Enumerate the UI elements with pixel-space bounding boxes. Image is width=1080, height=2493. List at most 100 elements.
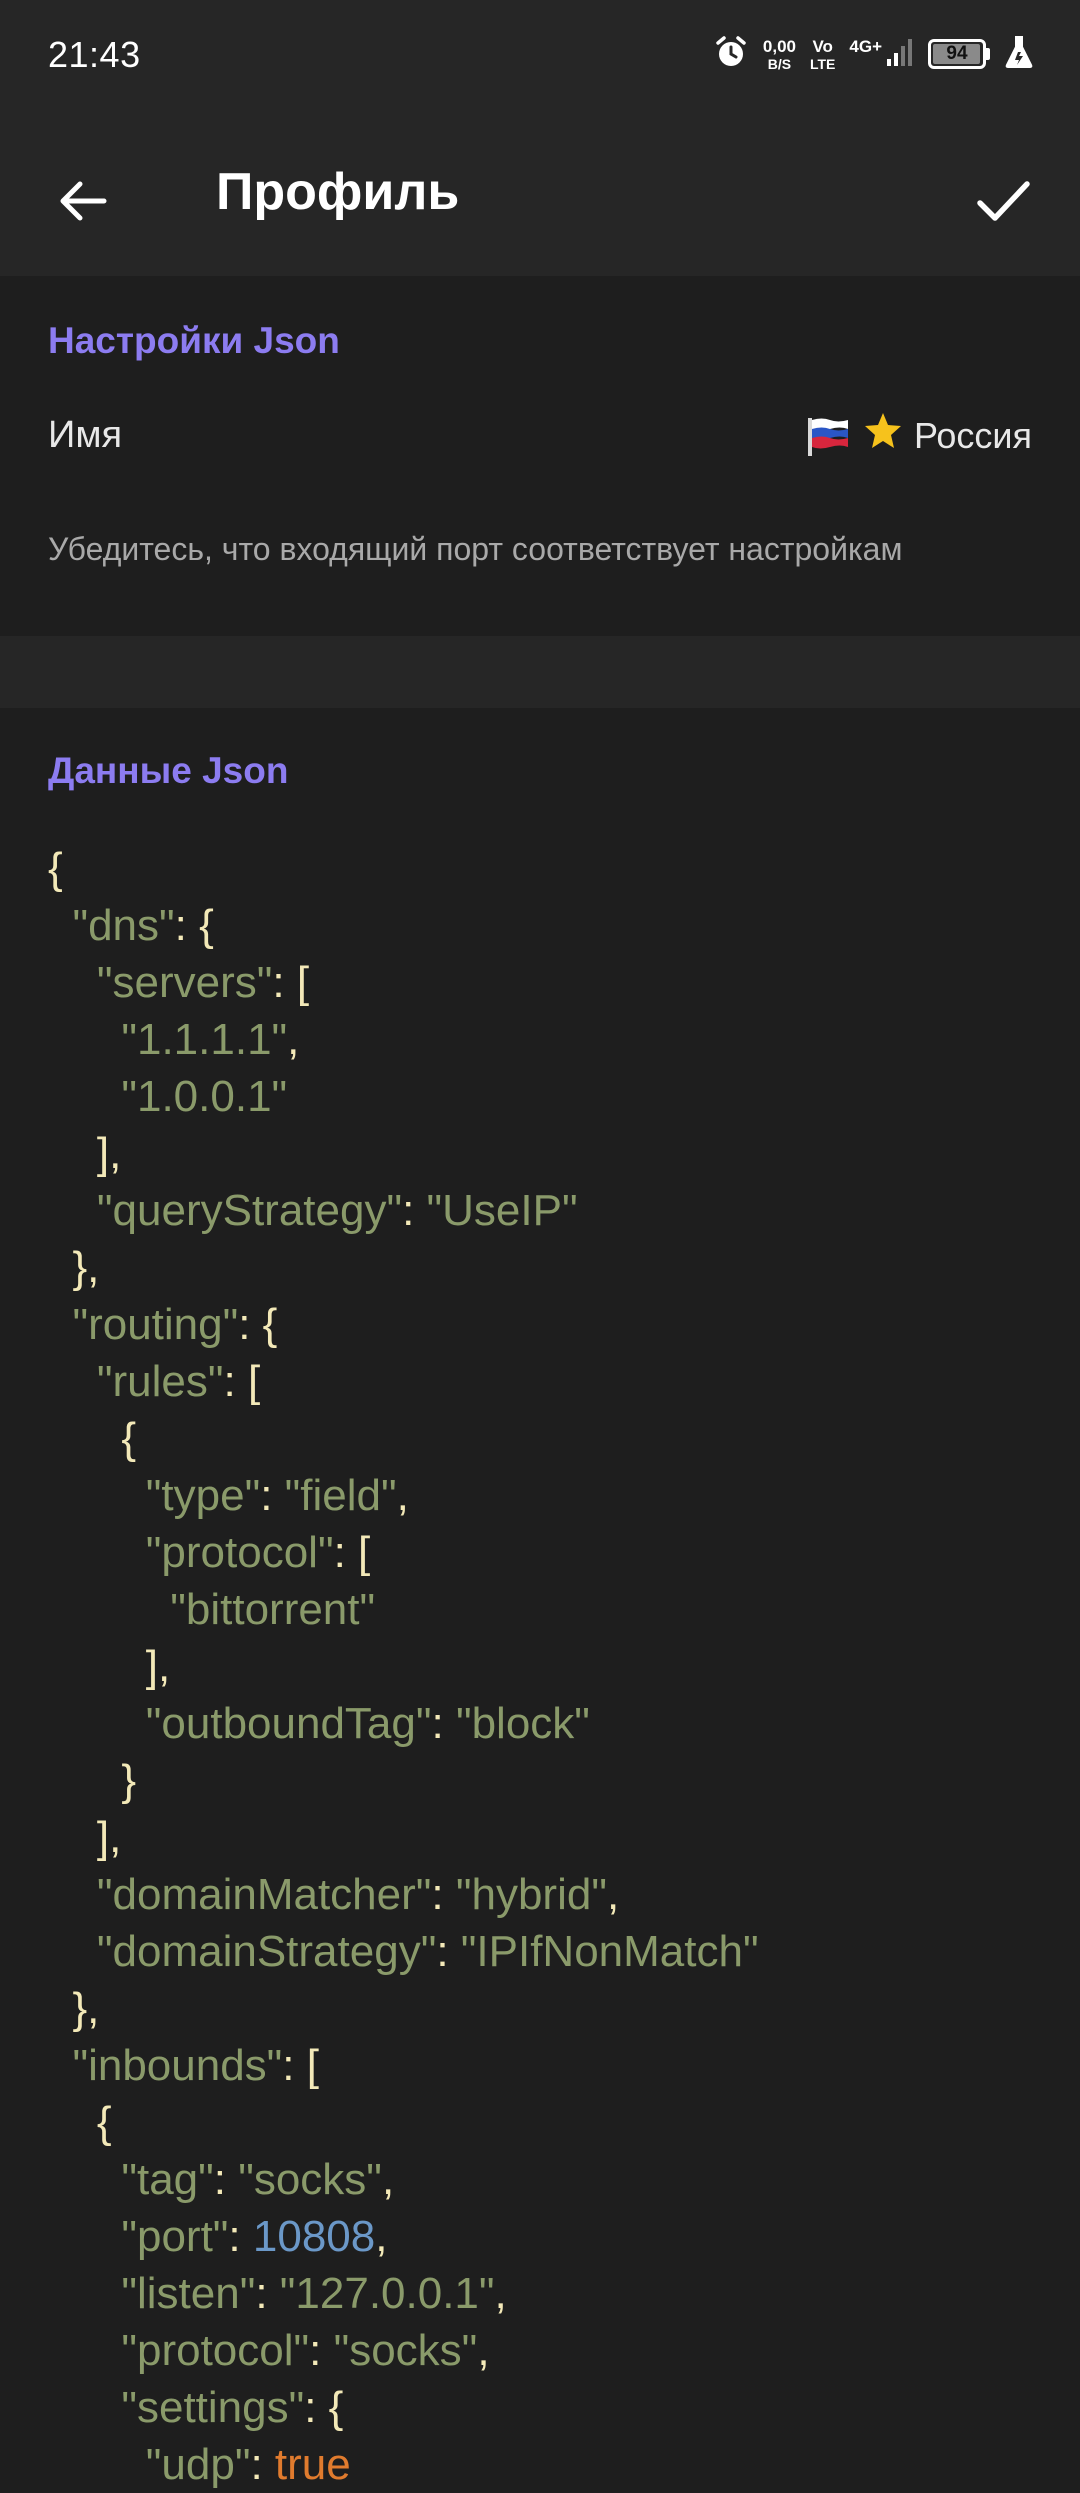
json-punctuation: ], bbox=[48, 1813, 122, 1862]
json-line: "port": 10808, bbox=[48, 2208, 1048, 2265]
json-line: { bbox=[48, 1410, 1048, 1467]
json-punctuation: , bbox=[396, 1471, 409, 1520]
json-key: "routing" bbox=[72, 1300, 239, 1349]
json-number: 10808 bbox=[252, 2212, 376, 2261]
json-settings-title: Настройки Json bbox=[48, 320, 340, 361]
json-string: "bittorrent" bbox=[170, 1585, 376, 1634]
save-button[interactable] bbox=[960, 160, 1046, 246]
json-punctuation bbox=[48, 1186, 97, 1235]
json-punctuation bbox=[48, 958, 97, 1007]
json-punctuation: : bbox=[431, 1870, 456, 1919]
signal-icon bbox=[886, 37, 914, 72]
json-line: "servers": [ bbox=[48, 954, 1048, 1011]
json-string: "socks" bbox=[238, 2155, 382, 2204]
json-editor[interactable]: { "dns": { "servers": [ "1.1.1.1", "1.0.… bbox=[48, 840, 1048, 2493]
json-key: "rules" bbox=[96, 1357, 224, 1406]
json-data-section: Данные Json { "dns": { "servers": [ "1.1… bbox=[0, 708, 1080, 2489]
json-key: "type" bbox=[145, 1471, 261, 1520]
json-punctuation bbox=[48, 2326, 121, 2375]
json-punctuation bbox=[48, 1357, 97, 1406]
json-key: "queryStrategy" bbox=[96, 1186, 403, 1235]
json-punctuation: : bbox=[260, 1471, 285, 1520]
json-punctuation bbox=[48, 1528, 146, 1577]
json-line: ], bbox=[48, 1809, 1048, 1866]
battery-level: 94 bbox=[946, 43, 968, 64]
json-line: ], bbox=[48, 1125, 1048, 1182]
json-punctuation: : { bbox=[174, 901, 214, 950]
json-line: ], bbox=[48, 1638, 1048, 1695]
json-punctuation: , bbox=[381, 2155, 395, 2204]
volte-bottom: LTE bbox=[809, 55, 836, 72]
json-line: "settings": { bbox=[48, 2379, 1048, 2436]
json-string: "1.1.1.1" bbox=[121, 1015, 288, 1064]
json-punctuation: : bbox=[250, 2440, 275, 2489]
json-line: "protocol": "socks", bbox=[48, 2322, 1048, 2379]
json-punctuation bbox=[48, 1471, 146, 1520]
json-punctuation: { bbox=[48, 1414, 137, 1463]
json-key: "listen" bbox=[121, 2269, 256, 2318]
json-punctuation: : [ bbox=[223, 1357, 261, 1406]
json-string: "UseIP" bbox=[426, 1186, 578, 1235]
json-line: "rules": [ bbox=[48, 1353, 1048, 1410]
russia-flag-icon bbox=[806, 414, 850, 458]
net-speed: 0,00 B/S bbox=[763, 38, 796, 71]
json-punctuation: : bbox=[213, 2155, 239, 2204]
json-punctuation bbox=[48, 2155, 121, 2204]
flask-icon bbox=[1004, 35, 1034, 74]
name-label: Имя bbox=[48, 414, 123, 456]
json-punctuation bbox=[48, 2440, 146, 2489]
net-speed-unit: B/S bbox=[767, 55, 792, 72]
json-punctuation: }, bbox=[48, 1984, 100, 2033]
json-key: "port" bbox=[121, 2212, 229, 2261]
json-string: "127.0.0.1" bbox=[279, 2269, 495, 2318]
json-line: { bbox=[48, 840, 1048, 897]
json-punctuation: : bbox=[402, 1186, 427, 1235]
json-line: "queryStrategy": "UseIP" bbox=[48, 1182, 1048, 1239]
json-punctuation: , bbox=[287, 1015, 300, 1064]
json-line: "bittorrent" bbox=[48, 1581, 1048, 1638]
name-row[interactable]: Имя Россия bbox=[0, 402, 1080, 468]
json-line: "dns": { bbox=[48, 897, 1048, 954]
json-punctuation: , bbox=[375, 2212, 388, 2261]
json-key: "settings" bbox=[121, 2383, 305, 2432]
json-punctuation bbox=[48, 1015, 121, 1064]
json-string: "IPIfNonMatch" bbox=[460, 1927, 759, 1976]
json-data-title: Данные Json bbox=[48, 750, 289, 791]
json-punctuation bbox=[48, 1300, 72, 1349]
back-button[interactable] bbox=[40, 160, 126, 246]
json-key: "udp" bbox=[145, 2440, 251, 2489]
volte-top: Vo bbox=[812, 36, 833, 56]
json-punctuation: : [ bbox=[333, 1528, 371, 1577]
json-key: "tag" bbox=[121, 2155, 214, 2204]
json-key: "servers" bbox=[96, 958, 273, 1007]
network-type: 4G+ bbox=[849, 36, 882, 56]
json-line: "listen": "127.0.0.1", bbox=[48, 2265, 1048, 2322]
json-punctuation: : bbox=[309, 2326, 334, 2375]
json-line: }, bbox=[48, 1980, 1048, 2037]
app-bar: Профиль bbox=[0, 110, 1080, 276]
json-punctuation: : [ bbox=[272, 958, 310, 1007]
star-icon bbox=[862, 410, 904, 461]
net-speed-value: 0,00 bbox=[762, 36, 796, 56]
json-string: "1.0.0.1" bbox=[121, 1072, 288, 1121]
json-line: "1.0.0.1" bbox=[48, 1068, 1048, 1125]
json-punctuation: , bbox=[606, 1870, 620, 1919]
json-line: "udp": true bbox=[48, 2436, 1048, 2493]
json-string: "socks" bbox=[333, 2326, 478, 2375]
json-punctuation bbox=[48, 1927, 97, 1976]
json-punctuation: }, bbox=[48, 1243, 100, 1292]
json-punctuation bbox=[48, 1585, 170, 1634]
name-value-group: Россия bbox=[806, 410, 1032, 461]
json-string: "field" bbox=[284, 1471, 397, 1520]
json-key: "domainMatcher" bbox=[96, 1870, 432, 1919]
section-divider bbox=[0, 636, 1080, 708]
json-boolean: true bbox=[274, 2440, 351, 2489]
json-punctuation bbox=[48, 1870, 97, 1919]
name-value: Россия bbox=[913, 414, 1032, 456]
json-punctuation bbox=[48, 1699, 146, 1748]
json-punctuation bbox=[48, 901, 72, 950]
json-punctuation: : bbox=[436, 1927, 461, 1976]
json-key: "protocol" bbox=[145, 1528, 334, 1577]
alarm-icon bbox=[713, 34, 749, 75]
json-punctuation: : bbox=[255, 2269, 280, 2318]
